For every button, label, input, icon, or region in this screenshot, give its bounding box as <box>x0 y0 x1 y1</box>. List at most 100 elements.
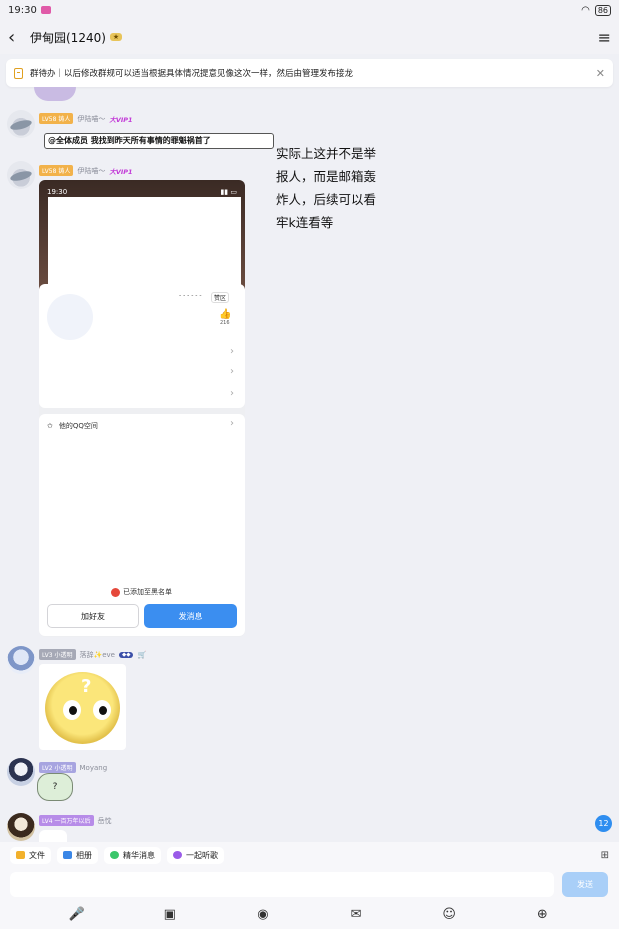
sender-meta: LV4 一百万年以后 岳忱 <box>39 815 112 826</box>
redacted-area <box>48 197 241 285</box>
sender-meta: LV58 铸人 伊陆喵～ 大VIP1 <box>39 165 133 176</box>
caption-line: 炸人，后续可以看 <box>276 192 377 207</box>
message-bubble[interactable] <box>39 830 67 842</box>
caption-line: 牢k连看等 <box>276 215 334 230</box>
input-row: 发送 <box>0 868 619 900</box>
notice-text: 群待办｜以后修改群规可以适当根据具体情况提意见像这次一样，然后由管理发布接龙 <box>30 69 354 79</box>
level-badge: LV58 铸人 <box>39 113 74 124</box>
sender-meta: LV2 小透明 Moyang <box>39 762 107 773</box>
add-friend-button: 加好友 <box>47 604 139 628</box>
avatar[interactable] <box>7 161 35 189</box>
listen-together-button[interactable]: 一起听歌 <box>167 846 224 864</box>
close-icon[interactable]: ✕ <box>596 67 605 80</box>
level-badge: LV2 小透明 <box>39 762 76 773</box>
confused-face-icon: ? <box>45 672 120 744</box>
profile-avatar-placeholder <box>47 294 93 340</box>
question-mark-icon: ? <box>81 676 92 697</box>
vip-badge: 大VIP1 <box>109 115 133 124</box>
chevron-right-icon: › <box>230 418 234 429</box>
folder-icon <box>16 851 25 859</box>
chevron-right-icon: › <box>230 388 234 399</box>
sticker-eye <box>93 700 111 720</box>
sender-name[interactable]: 伊陆喵～ <box>77 166 105 176</box>
todo-icon <box>14 67 23 79</box>
wifi-icon: ◠ <box>581 4 590 16</box>
group-title[interactable]: 伊甸园(1240) <box>30 29 106 46</box>
file-label: 文件 <box>29 850 45 860</box>
file-button[interactable]: 文件 <box>10 846 51 864</box>
listen-label: 一起听歌 <box>186 850 218 860</box>
notification-icon <box>40 6 51 14</box>
group-badge-icon: ★ <box>109 33 123 41</box>
status-time: 19:30 <box>8 4 37 16</box>
bottom-toolbar: 🎤 ▣ ◉ ✉ ☺ ⊕ <box>0 900 619 929</box>
chevron-right-icon: › <box>230 366 234 377</box>
send-message-button: 发消息 <box>144 604 237 628</box>
battery-indicator: 86 <box>594 4 611 16</box>
essence-button[interactable]: 精华消息 <box>104 846 161 864</box>
title-tag: ◆◆ <box>119 651 134 658</box>
caption-line: 报人，而是邮箱轰 <box>276 169 377 184</box>
overlay-caption: 实际上这并不是举 报人，而是邮箱轰 炸人，后续可以看 牢k连看等 <box>276 142 406 234</box>
qzone-row: ✩ 他的QQ空间 <box>47 421 98 431</box>
sender-name[interactable]: 落辞✨eve <box>80 650 115 660</box>
level-badge: LV3 小透明 <box>39 649 76 660</box>
album-icon <box>63 851 72 859</box>
image-icon[interactable]: ▣ <box>161 906 179 924</box>
caption-line: 实际上这并不是举 <box>276 146 377 161</box>
avatar[interactable] <box>7 646 35 674</box>
plus-icon[interactable]: ⊕ <box>533 906 551 924</box>
group-todo-notice[interactable]: 群待办｜以后修改群规可以适当根据具体情况提意见像这次一样，然后由管理发布接龙 ✕ <box>6 59 613 87</box>
unread-count-badge[interactable]: 12 <box>595 815 612 832</box>
essence-label: 精华消息 <box>123 850 155 860</box>
avatar[interactable] <box>7 110 35 138</box>
message-input[interactable] <box>10 871 554 897</box>
blacklist-text: 已添加至黑名单 <box>123 588 172 596</box>
avatar[interactable] <box>7 758 35 786</box>
vip-badge: 大VIP1 <box>109 167 133 176</box>
album-label: 相册 <box>76 850 92 860</box>
thumb-up-icon: 👍 <box>219 309 232 320</box>
qzone-label: 他的QQ空间 <box>58 422 98 430</box>
blacklist-notice: 已添加至黑名单 <box>111 587 172 597</box>
menu-icon[interactable]: ≡ <box>598 28 611 47</box>
send-button[interactable]: 发送 <box>562 871 608 897</box>
alert-icon <box>111 587 120 597</box>
level-badge: LV58 铸人 <box>39 165 74 176</box>
profile-card: - - - - - - 赞区 👍 216 › › › <box>39 284 245 408</box>
level-badge: LV4 一百万年以后 <box>39 815 94 826</box>
cart-icon: 🛒 <box>137 650 147 659</box>
partial-image <box>34 87 76 101</box>
sticker-image[interactable]: ? <box>37 773 73 801</box>
screenshot-time: 19:30 <box>47 188 68 196</box>
sticker-image[interactable]: ? <box>39 664 126 750</box>
like-count: 216 <box>220 320 230 326</box>
quick-action-bar: 文件 相册 精华消息 一起听歌 ⊞ <box>0 842 619 868</box>
like-label: 赞区 <box>211 292 230 303</box>
chevron-right-icon: › <box>230 346 234 357</box>
sticker-eye <box>63 700 81 720</box>
microphone-icon[interactable]: 🎤 <box>68 906 86 924</box>
message-bubble[interactable]: @全体成员 我找到昨天所有事情的罪魁祸首了 <box>44 133 274 149</box>
sender-name[interactable]: 伊陆喵～ <box>77 114 105 124</box>
profile-actions-card: ✩ 他的QQ空间 › 已添加至黑名单 加好友 发消息 <box>39 414 245 636</box>
album-button[interactable]: 相册 <box>57 846 98 864</box>
star-icon: ✩ <box>47 422 53 430</box>
camera-icon[interactable]: ◉ <box>254 906 272 924</box>
sender-name[interactable]: 岳忱 <box>98 816 112 826</box>
back-icon[interactable]: ‹ <box>8 27 28 48</box>
sender-meta: LV58 铸人 伊陆喵～ 大VIP1 <box>39 113 133 124</box>
redacted-dashes: - - - - - - <box>179 292 202 299</box>
avatar[interactable] <box>7 813 35 841</box>
emoji-icon[interactable]: ☺ <box>440 906 458 924</box>
status-bar: 19:30 ◠ 86 <box>0 0 619 20</box>
essence-icon <box>110 851 119 859</box>
sender-name[interactable]: Moyang <box>80 764 108 772</box>
chat-header: ‹ 伊甸园(1240) ★ ≡ <box>0 20 619 54</box>
sender-meta: LV3 小透明 落辞✨eve ◆◆ 🛒 <box>39 649 146 660</box>
screenshot-image[interactable]: 19:30 ▮▮ ▭ - - - - - - 赞区 👍 216 › › › ✩ … <box>39 180 245 637</box>
screenshot-status-icons: ▮▮ ▭ <box>220 188 237 196</box>
music-icon <box>173 851 182 859</box>
red-packet-icon[interactable]: ✉ <box>347 906 365 924</box>
grid-icon[interactable]: ⊞ <box>601 850 609 861</box>
